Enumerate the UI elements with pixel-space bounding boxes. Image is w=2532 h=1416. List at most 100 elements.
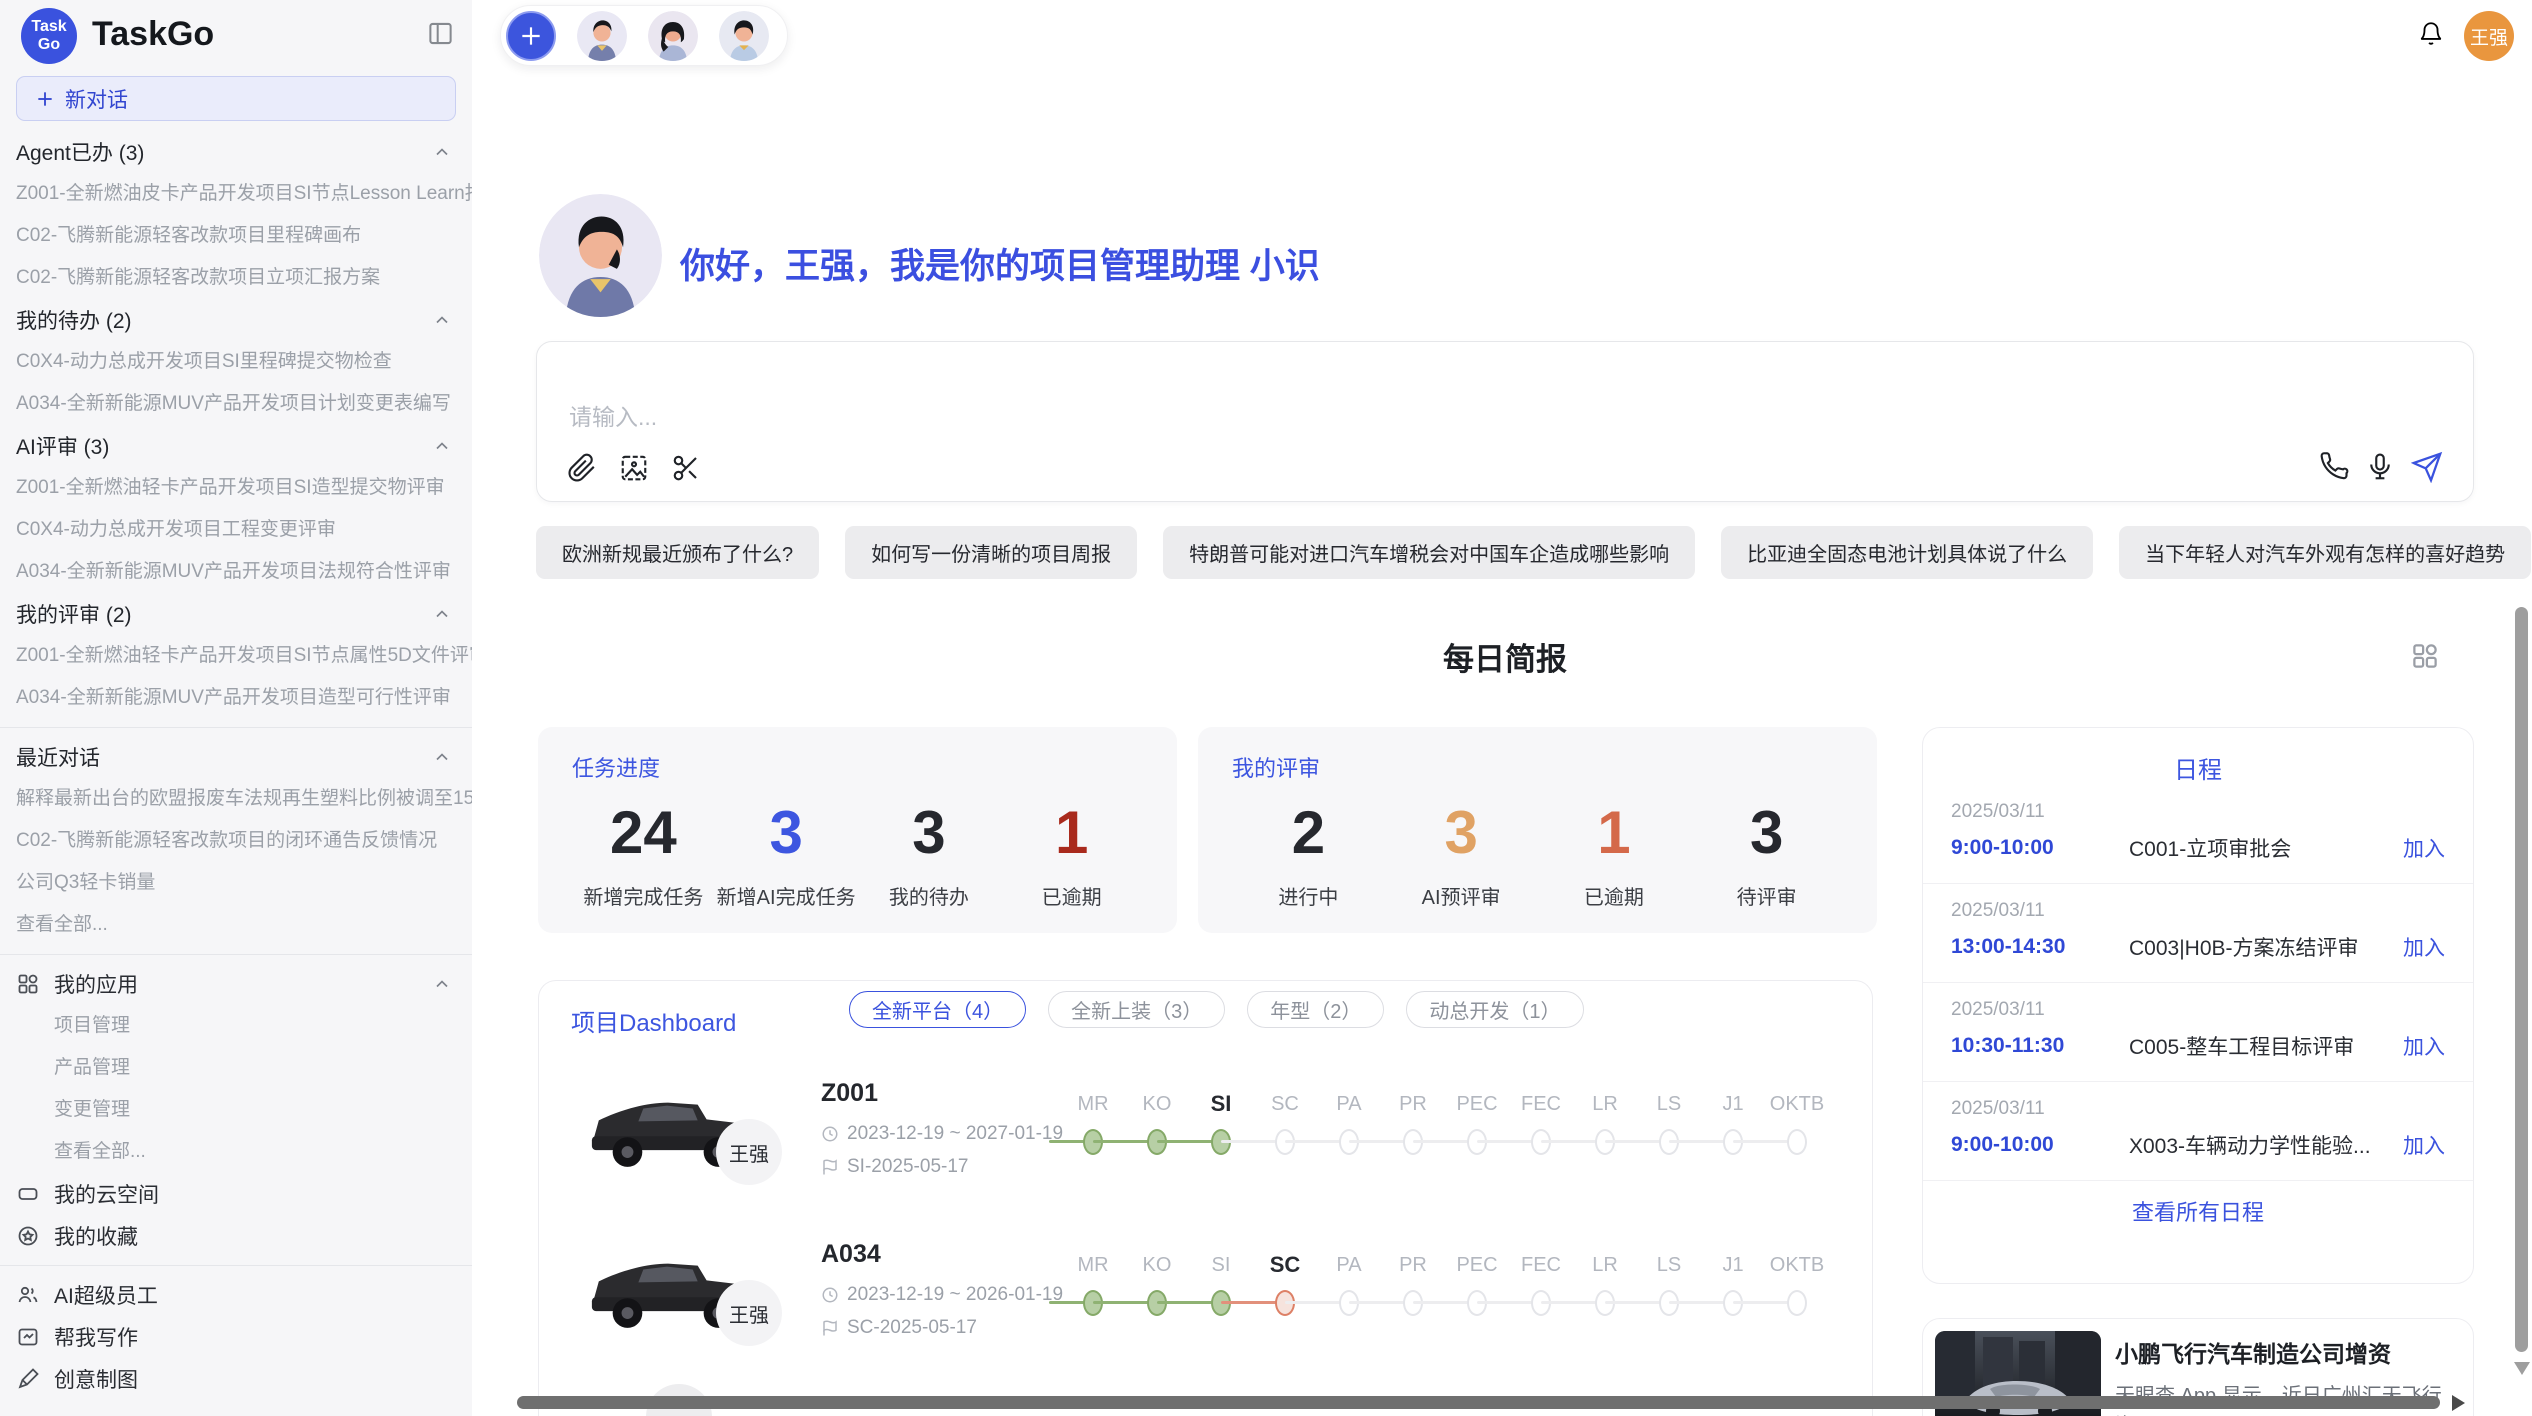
sidebar-task-item[interactable]: Z001-全新燃油轻卡产品开发项目SI造型提交物评审 <box>0 467 472 509</box>
sidebar-section-header-3[interactable]: 我的评审 (2) <box>0 593 472 635</box>
suggestion-chip[interactable]: 如何写一份清晰的项目周报 <box>845 526 1137 579</box>
sidebar-item-favorites[interactable]: 我的收藏 <box>0 1215 472 1257</box>
my-apps-subitem[interactable]: 产品管理 <box>0 1047 472 1089</box>
recent-chat-item[interactable]: 公司Q3轻卡销量 <box>0 862 472 904</box>
insert-image-button[interactable] <box>619 453 649 483</box>
sidebar-task-item[interactable]: C0X4-动力总成开发项目SI里程碑提交物检查 <box>0 341 472 383</box>
horizontal-scrollbar[interactable] <box>517 1396 2440 1409</box>
bell-icon <box>2418 20 2444 46</box>
current-user-avatar[interactable]: 王强 <box>2464 11 2514 61</box>
assistant-avatar-2[interactable] <box>648 11 698 61</box>
project-owner-avatar: 王强 <box>716 1280 782 1346</box>
new-chat-button[interactable]: 新对话 <box>16 76 456 121</box>
sidebar-item-cloud-space[interactable]: 我的云空间 <box>0 1173 472 1215</box>
recent-view-all-link[interactable]: 查看全部... <box>0 904 472 946</box>
sidebar-item-help-write[interactable]: 帮我写作 <box>0 1316 472 1358</box>
event-name: X003-车辆动力学性能验... <box>2129 1130 2403 1160</box>
sidebar-task-item[interactable]: Z001-全新燃油轻卡产品开发项目SI节点属性5D文件评审 <box>0 635 472 677</box>
suggestion-chip[interactable]: 欧洲新规最近颁布了什么? <box>536 526 819 579</box>
my-reviews-card: 我的评审 2进行中3AI预评审1已逾期3待评审 <box>1198 727 1877 933</box>
milestone-label: SI <box>1189 1091 1253 1117</box>
assistant-avatar-icon <box>539 194 662 317</box>
dashboard-filter-chip[interactable]: 年型（2） <box>1247 991 1384 1028</box>
milestone-dot[interactable] <box>1787 1290 1807 1316</box>
composer-left-tools <box>567 453 701 483</box>
sidebar-task-item[interactable]: Z001-全新燃油皮卡产品开发项目SI节点Lesson Learn报告 <box>0 173 472 215</box>
suggestion-chip[interactable]: 比亚迪全固态电池计划具体说了什么 <box>1721 526 2093 579</box>
my-reviews-title: 我的评审 <box>1232 751 1843 783</box>
stat-item: 3新增AI完成任务 <box>715 791 858 910</box>
sidebar-item-creative-draw[interactable]: 创意制图 <box>0 1358 472 1400</box>
stat-item: 1已逾期 <box>1000 791 1143 910</box>
recent-chat-item[interactable]: C02-飞腾新能源轻客改款项目的闭环通告反馈情况 <box>0 820 472 862</box>
my-apps-subitem[interactable]: 项目管理 <box>0 1005 472 1047</box>
add-session-button[interactable] <box>506 11 556 61</box>
dashboard-filter-chip[interactable]: 全新平台（4） <box>849 991 1026 1028</box>
milestone: PA <box>1317 1252 1381 1278</box>
suggestion-chips: 欧洲新规最近颁布了什么? 如何写一份清晰的项目周报特朗普可能对进口汽车增税会对中国… <box>536 526 2474 579</box>
sidebar-item-ai-employee[interactable]: AI超级员工 <box>0 1274 472 1316</box>
my-apps-subitem[interactable]: 查看全部... <box>0 1131 472 1173</box>
attach-file-button[interactable] <box>567 453 597 483</box>
dashboard-filter-chip[interactable]: 全新上装（3） <box>1048 991 1225 1028</box>
assistant-avatar-3[interactable] <box>719 11 769 61</box>
milestone: OKTB <box>1765 1091 1829 1117</box>
sidebar-section-header-0[interactable]: Agent已办 (3) <box>0 131 472 173</box>
sidebar-task-item[interactable]: C0X4-动力总成开发项目工程变更评审 <box>0 509 472 551</box>
event-date: 2025/03/11 <box>1951 801 2445 823</box>
sidebar-section-header-1[interactable]: 我的待办 (2) <box>0 299 472 341</box>
apps-grid-icon <box>16 972 40 996</box>
event-join-link[interactable]: 加入 <box>2403 932 2445 962</box>
chat-input[interactable] <box>569 404 2169 431</box>
my-apps-sublist: 项目管理产品管理变更管理查看全部... <box>0 1005 472 1173</box>
milestone-label: PA <box>1317 1091 1381 1117</box>
stat-label: 已逾期 <box>1538 881 1691 910</box>
stat-label: 进行中 <box>1232 881 1385 910</box>
view-all-schedule-link[interactable]: 查看所有日程 <box>1923 1195 2473 1227</box>
dashboard-filter-chip[interactable]: 动总开发（1） <box>1406 991 1583 1028</box>
favorites-label: 我的收藏 <box>54 1221 452 1251</box>
phone-icon <box>2319 452 2349 482</box>
recent-chat-item[interactable]: 解释最新出台的欧盟报废车法规再生塑料比例被调至15%... <box>0 778 472 820</box>
project-flag-milestone: SC-2025-05-17 <box>821 1317 977 1339</box>
voice-call-button[interactable] <box>2319 452 2349 482</box>
sidebar-task-item[interactable]: A034-全新新能源MUV产品开发项目法规符合性评审 <box>0 551 472 593</box>
stat-label: 已逾期 <box>1000 881 1143 910</box>
sidebar-task-item[interactable]: C02-飞腾新能源轻客改款项目里程碑画布 <box>0 215 472 257</box>
vertical-scrollbar[interactable] <box>2515 607 2528 1352</box>
event-join-link[interactable]: 加入 <box>2403 1130 2445 1160</box>
daily-briefing-header: 每日简报 <box>536 634 2474 679</box>
milestone: FEC <box>1509 1091 1573 1117</box>
milestone-label: LR <box>1573 1252 1637 1278</box>
milestone-dot[interactable] <box>1787 1129 1807 1155</box>
briefing-layout-button[interactable] <box>2410 641 2440 671</box>
suggestion-chip[interactable]: 当下年轻人对汽车外观有怎样的喜好趋势 <box>2119 526 2531 579</box>
sidebar-task-item[interactable]: A034-全新新能源MUV产品开发项目造型可行性评审 <box>0 677 472 719</box>
person-avatar-icon <box>577 11 627 61</box>
sidebar-section-header-2[interactable]: AI评审 (3) <box>0 425 472 467</box>
milestone: SI <box>1189 1252 1253 1278</box>
event-join-link[interactable]: 加入 <box>2403 1031 2445 1061</box>
scroll-down-arrow[interactable] <box>2514 1362 2530 1375</box>
event-join-link[interactable]: 加入 <box>2403 833 2445 863</box>
suggestion-chip[interactable]: 特朗普可能对进口汽车增税会对中国车企造成哪些影响 <box>1163 526 1695 579</box>
sidebar-item-my-apps[interactable]: 我的应用 <box>0 963 472 1005</box>
assistant-avatar-1[interactable] <box>577 11 627 61</box>
microphone-button[interactable] <box>2365 452 2395 482</box>
scroll-right-arrow[interactable] <box>2452 1395 2465 1411</box>
collapse-sidebar-button[interactable] <box>427 20 454 47</box>
screenshot-button[interactable] <box>671 453 701 483</box>
notifications-bell-button[interactable] <box>2418 20 2444 46</box>
sidebar-task-item[interactable]: C02-飞腾新能源轻客改款项目立项汇报方案 <box>0 257 472 299</box>
daily-briefing-title: 每日简报 <box>1443 642 1567 677</box>
my-apps-subitem[interactable]: 变更管理 <box>0 1089 472 1131</box>
stat-label: 待评审 <box>1690 881 1843 910</box>
sidebar-task-item[interactable]: A034-全新新能源MUV产品开发项目计划变更表编写 <box>0 383 472 425</box>
news-title: 小鹏飞行汽车制造公司增资 <box>2115 1335 2391 1369</box>
milestone: PEC <box>1445 1091 1509 1117</box>
schedule-card: 日程 2025/03/119:00-10:00C001-立项审批会加入2025/… <box>1922 727 2474 1284</box>
milestone: PR <box>1381 1252 1445 1278</box>
recent-chats-header[interactable]: 最近对话 <box>0 736 472 778</box>
send-button[interactable] <box>2411 451 2443 483</box>
event-time: 13:00-14:30 <box>1951 935 2129 959</box>
